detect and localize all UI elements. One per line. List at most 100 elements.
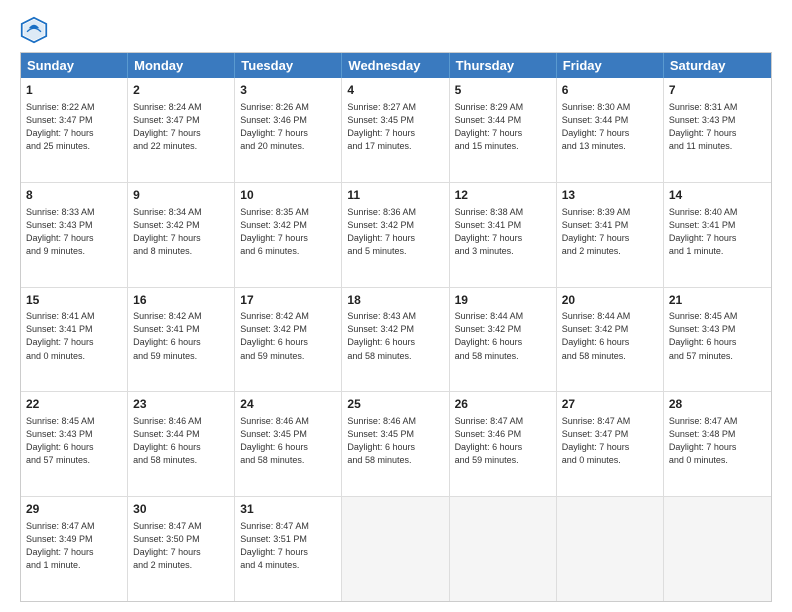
calendar-day-header: Thursday [450, 53, 557, 78]
calendar-cell: 16Sunrise: 8:42 AMSunset: 3:41 PMDayligh… [128, 288, 235, 392]
cell-text: Sunrise: 8:27 AMSunset: 3:45 PMDaylight:… [347, 101, 443, 153]
cell-text: Sunrise: 8:38 AMSunset: 3:41 PMDaylight:… [455, 206, 551, 258]
day-number: 18 [347, 292, 443, 309]
day-number: 12 [455, 187, 551, 204]
cell-text: Sunrise: 8:47 AMSunset: 3:49 PMDaylight:… [26, 520, 122, 572]
day-number: 25 [347, 396, 443, 413]
calendar-cell: 5Sunrise: 8:29 AMSunset: 3:44 PMDaylight… [450, 78, 557, 182]
calendar-cell: 8Sunrise: 8:33 AMSunset: 3:43 PMDaylight… [21, 183, 128, 287]
calendar-cell: 13 Sunrise: 8:39 AMSunset: 3:41 PMDayligh… [557, 183, 664, 287]
calendar-cell: 12 Sunrise: 8:38 AMSunset: 3:41 PMDayligh… [450, 183, 557, 287]
calendar-cell: 27 Sunrise: 8:47 AMSunset: 3:47 PMDayligh… [557, 392, 664, 496]
calendar-cell: 17Sunrise: 8:42 AMSunset: 3:42 PMDayligh… [235, 288, 342, 392]
day-number: 8 [26, 187, 122, 204]
calendar-cell: 9 Sunrise: 8:34 AMSunset: 3:42 PMDaylight… [128, 183, 235, 287]
cell-text: Sunrise: 8:39 AMSunset: 3:41 PMDaylight:… [562, 206, 658, 258]
cell-text: Sunrise: 8:46 AMSunset: 3:45 PMDaylight:… [240, 415, 336, 467]
calendar-cell: 15Sunrise: 8:41 AMSunset: 3:41 PMDayligh… [21, 288, 128, 392]
calendar-day-header: Friday [557, 53, 664, 78]
cell-text: Sunrise: 8:30 AMSunset: 3:44 PMDaylight:… [562, 101, 658, 153]
calendar-week-row: 15Sunrise: 8:41 AMSunset: 3:41 PMDayligh… [21, 288, 771, 393]
calendar-body: 1 Sunrise: 8:22 AMSunset: 3:47 PMDaylight… [21, 78, 771, 601]
calendar-cell: 11 Sunrise: 8:36 AMSunset: 3:42 PMDayligh… [342, 183, 449, 287]
calendar-header: SundayMondayTuesdayWednesdayThursdayFrid… [21, 53, 771, 78]
cell-text: Sunrise: 8:29 AMSunset: 3:44 PMDaylight:… [455, 101, 551, 153]
day-number: 23 [133, 396, 229, 413]
calendar-cell-empty [342, 497, 449, 601]
cell-text: Sunrise: 8:44 AMSunset: 3:42 PMDaylight:… [455, 310, 551, 362]
day-number: 20 [562, 292, 658, 309]
calendar-cell: 31 Sunrise: 8:47 AMSunset: 3:51 PMDayligh… [235, 497, 342, 601]
day-number: 27 [562, 396, 658, 413]
cell-text: Sunrise: 8:46 AMSunset: 3:44 PMDaylight:… [133, 415, 229, 467]
calendar-day-header: Monday [128, 53, 235, 78]
cell-text: Sunrise: 8:44 AMSunset: 3:42 PMDaylight:… [562, 310, 658, 362]
calendar-day-header: Wednesday [342, 53, 449, 78]
cell-text: Sunrise: 8:34 AMSunset: 3:42 PMDaylight:… [133, 206, 229, 258]
cell-text: Sunrise: 8:45 AMSunset: 3:43 PMDaylight:… [669, 310, 766, 362]
calendar-cell: 7Sunrise: 8:31 AMSunset: 3:43 PMDaylight… [664, 78, 771, 182]
day-number: 3 [240, 82, 336, 99]
calendar-cell: 29 Sunrise: 8:47 AMSunset: 3:49 PMDayligh… [21, 497, 128, 601]
calendar-cell: 22 Sunrise: 8:45 AMSunset: 3:43 PMDayligh… [21, 392, 128, 496]
day-number: 1 [26, 82, 122, 99]
calendar-cell: 4Sunrise: 8:27 AMSunset: 3:45 PMDaylight… [342, 78, 449, 182]
calendar-cell-empty [664, 497, 771, 601]
cell-text: Sunrise: 8:47 AMSunset: 3:51 PMDaylight:… [240, 520, 336, 572]
day-number: 29 [26, 501, 122, 518]
calendar-cell: 26 Sunrise: 8:47 AMSunset: 3:46 PMDayligh… [450, 392, 557, 496]
day-number: 15 [26, 292, 122, 309]
day-number: 9 [133, 187, 229, 204]
cell-text: Sunrise: 8:46 AMSunset: 3:45 PMDaylight:… [347, 415, 443, 467]
calendar-cell: 28 Sunrise: 8:47 AMSunset: 3:48 PMDayligh… [664, 392, 771, 496]
cell-text: Sunrise: 8:35 AMSunset: 3:42 PMDaylight:… [240, 206, 336, 258]
day-number: 11 [347, 187, 443, 204]
calendar-day-header: Saturday [664, 53, 771, 78]
calendar-week-row: 22 Sunrise: 8:45 AMSunset: 3:43 PMDayligh… [21, 392, 771, 497]
cell-text: Sunrise: 8:40 AMSunset: 3:41 PMDaylight:… [669, 206, 766, 258]
cell-text: Sunrise: 8:45 AMSunset: 3:43 PMDaylight:… [26, 415, 122, 467]
calendar-cell: 6 Sunrise: 8:30 AMSunset: 3:44 PMDaylight… [557, 78, 664, 182]
calendar-week-row: 1 Sunrise: 8:22 AMSunset: 3:47 PMDaylight… [21, 78, 771, 183]
calendar-week-row: 8Sunrise: 8:33 AMSunset: 3:43 PMDaylight… [21, 183, 771, 288]
day-number: 26 [455, 396, 551, 413]
cell-text: Sunrise: 8:47 AMSunset: 3:50 PMDaylight:… [133, 520, 229, 572]
calendar-cell: 10 Sunrise: 8:35 AMSunset: 3:42 PMDayligh… [235, 183, 342, 287]
cell-text: Sunrise: 8:42 AMSunset: 3:41 PMDaylight:… [133, 310, 229, 362]
calendar-day-header: Tuesday [235, 53, 342, 78]
cell-text: Sunrise: 8:41 AMSunset: 3:41 PMDaylight:… [26, 310, 122, 362]
calendar: SundayMondayTuesdayWednesdayThursdayFrid… [20, 52, 772, 602]
calendar-cell: 1 Sunrise: 8:22 AMSunset: 3:47 PMDaylight… [21, 78, 128, 182]
calendar-cell: 25 Sunrise: 8:46 AMSunset: 3:45 PMDayligh… [342, 392, 449, 496]
day-number: 28 [669, 396, 766, 413]
day-number: 16 [133, 292, 229, 309]
day-number: 24 [240, 396, 336, 413]
day-number: 30 [133, 501, 229, 518]
day-number: 22 [26, 396, 122, 413]
day-number: 6 [562, 82, 658, 99]
calendar-cell: 23 Sunrise: 8:46 AMSunset: 3:44 PMDayligh… [128, 392, 235, 496]
cell-text: Sunrise: 8:47 AMSunset: 3:48 PMDaylight:… [669, 415, 766, 467]
day-number: 13 [562, 187, 658, 204]
calendar-cell-empty [450, 497, 557, 601]
day-number: 10 [240, 187, 336, 204]
day-number: 21 [669, 292, 766, 309]
calendar-cell: 20Sunrise: 8:44 AMSunset: 3:42 PMDayligh… [557, 288, 664, 392]
page: SundayMondayTuesdayWednesdayThursdayFrid… [0, 0, 792, 612]
calendar-cell: 19Sunrise: 8:44 AMSunset: 3:42 PMDayligh… [450, 288, 557, 392]
calendar-cell: 18Sunrise: 8:43 AMSunset: 3:42 PMDayligh… [342, 288, 449, 392]
logo [20, 16, 52, 44]
calendar-cell-empty [557, 497, 664, 601]
calendar-week-row: 29 Sunrise: 8:47 AMSunset: 3:49 PMDayligh… [21, 497, 771, 601]
calendar-cell: 21Sunrise: 8:45 AMSunset: 3:43 PMDayligh… [664, 288, 771, 392]
cell-text: Sunrise: 8:43 AMSunset: 3:42 PMDaylight:… [347, 310, 443, 362]
cell-text: Sunrise: 8:47 AMSunset: 3:46 PMDaylight:… [455, 415, 551, 467]
calendar-day-header: Sunday [21, 53, 128, 78]
day-number: 31 [240, 501, 336, 518]
day-number: 14 [669, 187, 766, 204]
calendar-cell: 30 Sunrise: 8:47 AMSunset: 3:50 PMDayligh… [128, 497, 235, 601]
cell-text: Sunrise: 8:47 AMSunset: 3:47 PMDaylight:… [562, 415, 658, 467]
calendar-cell: 14 Sunrise: 8:40 AMSunset: 3:41 PMDayligh… [664, 183, 771, 287]
cell-text: Sunrise: 8:36 AMSunset: 3:42 PMDaylight:… [347, 206, 443, 258]
cell-text: Sunrise: 8:22 AMSunset: 3:47 PMDaylight:… [26, 101, 122, 153]
